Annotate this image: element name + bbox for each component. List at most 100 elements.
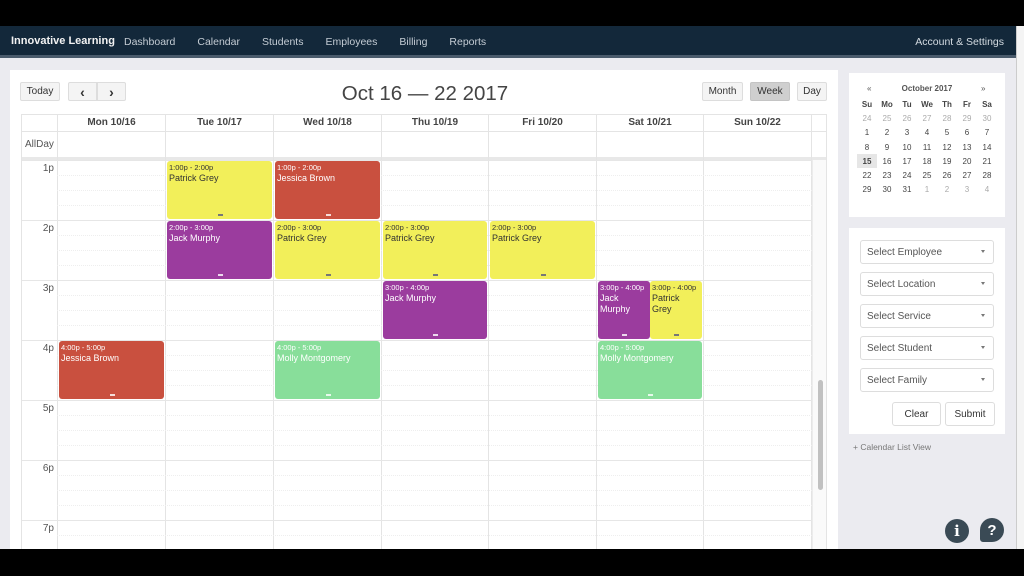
mini-day[interactable]: 28 — [937, 111, 957, 125]
mini-day[interactable]: 4 — [977, 183, 997, 197]
resize-handle-icon[interactable] — [217, 214, 223, 216]
calendar-event[interactable]: 3:00p - 4:00p Patrick Grey — [650, 281, 702, 339]
info-icon[interactable]: i — [945, 519, 969, 543]
resize-handle-icon[interactable] — [540, 274, 546, 276]
account-settings-link[interactable]: Account & Settings — [915, 36, 1004, 48]
calendar-list-view-link[interactable]: + Calendar List View — [853, 442, 931, 452]
calendar-event[interactable]: 2:00p - 3:00p Patrick Grey — [490, 221, 595, 279]
weekday-label: Th — [942, 99, 952, 109]
view-day-button[interactable]: Day — [797, 82, 827, 101]
calendar-event[interactable]: 1:00p - 2:00p Patrick Grey — [167, 161, 272, 219]
mini-next-month-icon[interactable]: » — [981, 84, 985, 93]
calendar-event[interactable]: 1:00p - 2:00p Jessica Brown — [275, 161, 380, 219]
mini-day[interactable]: 21 — [977, 154, 997, 168]
mini-day[interactable]: 27 — [917, 111, 937, 125]
mini-day[interactable]: 24 — [857, 111, 877, 125]
mini-day[interactable]: 1 — [857, 126, 877, 140]
calendar-event[interactable]: 2:00p - 3:00p Jack Murphy — [167, 221, 272, 279]
day-column-divider — [165, 115, 166, 549]
nav-students[interactable]: Students — [262, 36, 303, 48]
mini-day[interactable]: 11 — [917, 140, 937, 154]
calendar-event[interactable]: 3:00p - 4:00p Jack Murphy — [598, 281, 650, 339]
allday-row: AllDay — [22, 131, 826, 157]
calendar-event[interactable]: 4:00p - 5:00p Molly Montgomery — [275, 341, 380, 399]
nav-dashboard[interactable]: Dashboard — [124, 36, 175, 48]
calendar-event[interactable]: 2:00p - 3:00p Patrick Grey — [383, 221, 487, 279]
app-screen: Innovative Learning Dashboard Calendar S… — [0, 26, 1024, 549]
mini-calendar-grid: Su Mo Tu We Th Fr Sa 24 25 26 27 28 29 30 1 2 3 4 5 6 7 8 9 10 1… — [857, 97, 997, 197]
mini-day[interactable]: 29 — [857, 183, 877, 197]
mini-day[interactable]: 7 — [977, 126, 997, 140]
calendar-scrollbar[interactable] — [812, 160, 826, 549]
select-location[interactable]: Select Location — [860, 272, 994, 296]
week-row: 24 25 26 27 28 29 30 — [857, 111, 997, 125]
resize-handle-icon[interactable] — [674, 334, 679, 336]
mini-day[interactable]: 19 — [937, 154, 957, 168]
mini-day[interactable]: 22 — [857, 168, 877, 182]
mini-day[interactable]: 1 — [917, 183, 937, 197]
mini-day[interactable]: 20 — [957, 154, 977, 168]
nav-calendar[interactable]: Calendar — [197, 36, 240, 48]
mini-day[interactable]: 25 — [877, 111, 897, 125]
resize-handle-icon[interactable] — [325, 274, 331, 276]
clear-button[interactable]: Clear — [892, 402, 941, 426]
resize-handle-icon[interactable] — [622, 334, 627, 336]
resize-handle-icon[interactable] — [325, 394, 331, 396]
resize-handle-icon[interactable] — [433, 274, 438, 276]
select-employee[interactable]: Select Employee — [860, 240, 994, 264]
next-week-button[interactable]: › — [97, 82, 126, 101]
mini-day[interactable]: 30 — [977, 111, 997, 125]
mini-day[interactable]: 2 — [877, 126, 897, 140]
mini-day[interactable]: 17 — [897, 154, 917, 168]
calendar-event[interactable]: 2:00p - 3:00p Patrick Grey — [275, 221, 380, 279]
mini-day[interactable]: 23 — [877, 168, 897, 182]
mini-day[interactable]: 24 — [897, 168, 917, 182]
select-family[interactable]: Select Family — [860, 368, 994, 392]
mini-day[interactable]: 6 — [957, 126, 977, 140]
mini-day[interactable]: 26 — [897, 111, 917, 125]
mini-day[interactable]: 5 — [937, 126, 957, 140]
mini-day[interactable]: 28 — [977, 168, 997, 182]
resize-handle-icon[interactable] — [217, 274, 223, 276]
mini-day[interactable]: 12 — [937, 140, 957, 154]
mini-day[interactable]: 3 — [957, 183, 977, 197]
brand-logo[interactable]: Innovative Learning — [11, 35, 115, 47]
scrollbar-thumb[interactable] — [818, 380, 823, 490]
nav-employees[interactable]: Employees — [325, 36, 377, 48]
mini-day-selected[interactable]: 15 — [857, 154, 877, 169]
submit-button[interactable]: Submit — [945, 402, 995, 426]
resize-handle-icon[interactable] — [325, 214, 331, 216]
view-week-button[interactable]: Week — [750, 82, 790, 101]
nav-reports[interactable]: Reports — [449, 36, 486, 48]
mini-day[interactable]: 29 — [957, 111, 977, 125]
resize-handle-icon[interactable] — [648, 394, 653, 396]
calendar-event[interactable]: 4:00p - 5:00p Molly Montgomery — [598, 341, 702, 399]
view-month-button[interactable]: Month — [702, 82, 743, 101]
mini-day[interactable]: 25 — [917, 168, 937, 182]
nav-billing[interactable]: Billing — [399, 36, 427, 48]
mini-day[interactable]: 27 — [957, 168, 977, 182]
today-button[interactable]: Today — [20, 82, 60, 101]
mini-day[interactable]: 10 — [897, 140, 917, 154]
calendar-event[interactable]: 3:00p - 4:00p Jack Murphy — [383, 281, 487, 339]
mini-day[interactable]: 26 — [937, 168, 957, 182]
mini-day[interactable]: 9 — [877, 140, 897, 154]
mini-day[interactable]: 8 — [857, 140, 877, 154]
mini-day[interactable]: 4 — [917, 126, 937, 140]
resize-handle-icon[interactable] — [109, 394, 115, 396]
mini-day[interactable]: 3 — [897, 126, 917, 140]
mini-day[interactable]: 2 — [937, 183, 957, 197]
select-service[interactable]: Select Service — [860, 304, 994, 328]
help-question-icon[interactable]: ? — [980, 518, 1004, 542]
mini-day[interactable]: 14 — [977, 140, 997, 154]
mini-day[interactable]: 31 — [897, 183, 917, 197]
prev-week-button[interactable]: ‹ — [68, 82, 97, 101]
weekday-row: Su Mo Tu We Th Fr Sa — [857, 97, 997, 111]
mini-day[interactable]: 13 — [957, 140, 977, 154]
mini-day[interactable]: 30 — [877, 183, 897, 197]
mini-day[interactable]: 16 — [877, 154, 897, 168]
resize-handle-icon[interactable] — [433, 334, 438, 336]
mini-day[interactable]: 18 — [917, 154, 937, 168]
select-student[interactable]: Select Student — [860, 336, 994, 360]
calendar-event[interactable]: 4:00p - 5:00p Jessica Brown — [59, 341, 164, 399]
